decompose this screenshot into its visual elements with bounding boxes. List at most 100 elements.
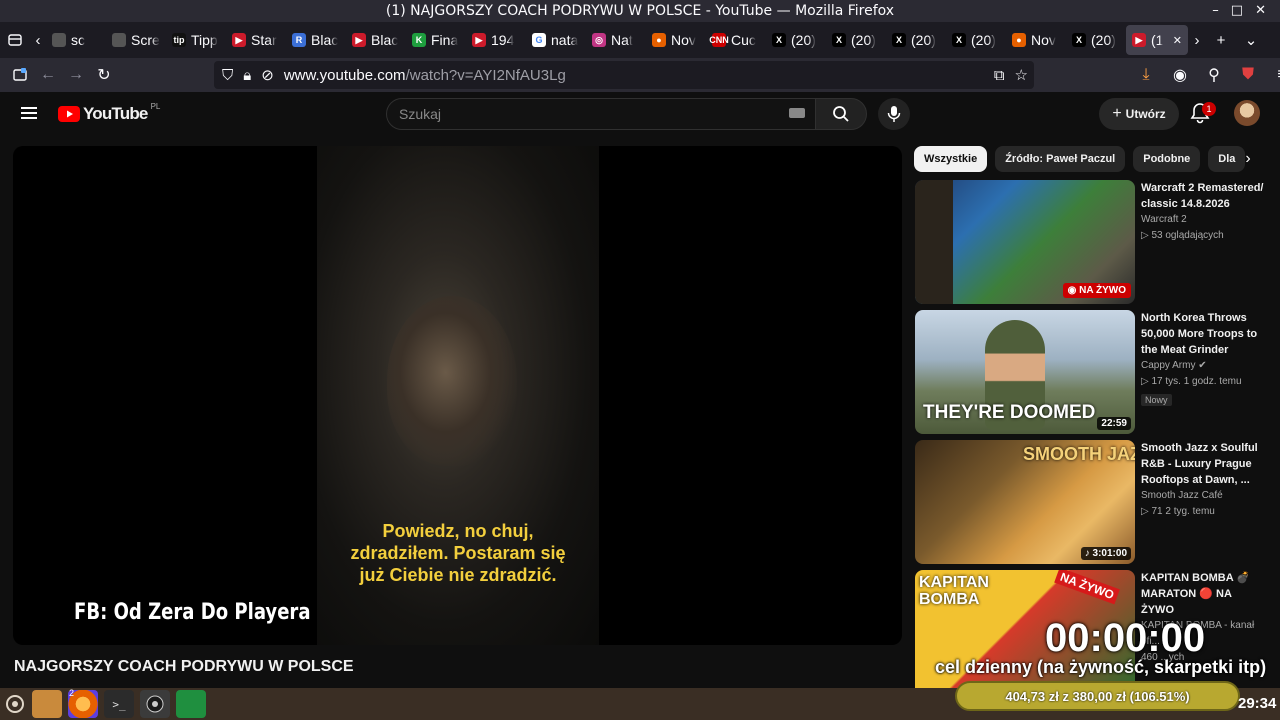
menu-icon[interactable]: ≡ <box>1268 61 1280 89</box>
video-player[interactable]: Powiedz, no chuj, zdradziłem. Postaram s… <box>13 146 902 645</box>
tab[interactable]: sc <box>46 25 106 55</box>
tab[interactable]: Gnata <box>526 25 586 55</box>
minimize-button[interactable]: – <box>1212 0 1219 22</box>
spreadsheet-icon[interactable] <box>176 690 206 718</box>
search-icon <box>833 106 849 122</box>
firefox-icon[interactable]: 2 <box>68 688 98 718</box>
close-button[interactable]: ✕ <box>1255 0 1266 22</box>
youtube-logo-text: YouTube <box>83 104 148 123</box>
picture-in-picture-icon[interactable]: ⧉ <box>994 67 1005 84</box>
tab-active[interactable]: ▶ (1 ✕ <box>1126 25 1188 55</box>
chip-source[interactable]: Źródło: Paweł Paczul <box>995 146 1126 172</box>
channel-name[interactable]: Cappy Army ✔ <box>1141 358 1265 374</box>
tab[interactable]: K Fina <box>406 25 466 55</box>
tracking-shield-icon[interactable]: ⛉ <box>222 67 233 84</box>
search-input[interactable]: Szukaj <box>386 98 816 130</box>
video-info: North Korea Throws 50,000 More Troops to… <box>1141 310 1265 408</box>
tab-scroll-right-icon[interactable]: › <box>1188 25 1206 55</box>
avatar[interactable] <box>1234 100 1260 126</box>
tab-scroll-left-icon[interactable]: ‹ <box>30 25 46 55</box>
tab-favicon-icon: X <box>772 33 786 47</box>
navigation-bar: ← → ↻ ⛉ 🔒︎ ⊘ www.youtube.com/watch?v=AYI… <box>0 58 1280 92</box>
chip-all[interactable]: Wszystkie <box>914 146 988 172</box>
tab-label: Nov <box>671 32 696 48</box>
tab[interactable]: ▶ 194 <box>466 25 526 55</box>
bookmark-star-icon[interactable]: ☆ <box>1015 66 1028 84</box>
account-icon[interactable]: ◉ <box>1166 61 1194 89</box>
video-title[interactable]: Smooth Jazz x Soulful R&B - Luxury Pragu… <box>1141 440 1265 488</box>
tab[interactable]: ● Nov <box>1006 25 1066 55</box>
forward-icon[interactable]: → <box>62 61 90 89</box>
thumbnail-live-label: NA ŻYWO <box>1054 570 1121 605</box>
masthead: YouTube PL Szukaj + Utwórz 1 <box>0 92 1280 136</box>
video-thumbnail[interactable]: THEY'RE DOOMED 22:59 <box>915 310 1135 434</box>
new-tab-icon[interactable]: + <box>1206 25 1236 55</box>
extensions-icon[interactable]: ⚲ <box>1200 61 1228 89</box>
tab[interactable]: ▶ Blac <box>346 25 406 55</box>
search-button[interactable] <box>815 98 867 130</box>
tab-close-icon[interactable]: ✕ <box>1173 34 1182 47</box>
tab-favicon-icon: X <box>832 33 846 47</box>
back-icon[interactable]: ← <box>34 61 62 89</box>
tab[interactable]: ● Nov <box>646 25 706 55</box>
reload-icon[interactable]: ↻ <box>90 61 118 89</box>
tab[interactable]: X (20) <box>826 25 886 55</box>
list-item[interactable]: SMOOTH JAZZ ♪ 3:01:00 Smooth Jazz x Soul… <box>915 440 1265 564</box>
create-button[interactable]: + Utwórz <box>1099 98 1179 130</box>
tab[interactable]: CNN Cuc <box>706 25 766 55</box>
tab-label: Tipp <box>191 32 218 48</box>
sidebar-icon[interactable] <box>6 61 34 89</box>
lock-icon[interactable]: 🔒︎ <box>243 67 251 84</box>
tab-favicon-icon: ▶ <box>472 33 486 47</box>
chevron-right-icon[interactable]: › <box>1236 146 1260 172</box>
video-thumbnail[interactable]: SMOOTH JAZZ ♪ 3:01:00 <box>915 440 1135 564</box>
keyboard-icon[interactable] <box>789 108 805 118</box>
app-menu-icon[interactable] <box>4 690 26 718</box>
folder-icon[interactable] <box>32 690 62 718</box>
terminal-icon[interactable]: >_ <box>104 690 134 718</box>
tab-favicon-icon: K <box>412 33 426 47</box>
thumbnail-caption: THEY'RE DOOMED <box>923 402 1096 423</box>
url-text[interactable]: www.youtube.com/watch?v=AYI2NfAU3Lg <box>284 67 566 84</box>
tab-favicon-icon: X <box>1072 33 1086 47</box>
guide-menu-icon[interactable] <box>20 104 40 124</box>
video-title[interactable]: KAPITAN BOMBA 💣 MARATON 🔴 NA ŻYWO <box>1141 570 1265 618</box>
tab[interactable]: X (20) <box>766 25 826 55</box>
tab[interactable]: X (20) <box>946 25 1006 55</box>
firefox-view-icon[interactable] <box>0 25 30 55</box>
video-thumbnail[interactable]: ◉ NA ŻYWO <box>915 180 1135 304</box>
tab[interactable]: X (20) <box>1066 25 1126 55</box>
obs-icon[interactable] <box>140 690 170 718</box>
list-item[interactable]: ◉ NA ŻYWO Warcraft 2 Remastered/ classic… <box>915 180 1265 304</box>
video-subtitles: Powiedz, no chuj, zdradziłem. Postaram s… <box>350 521 566 585</box>
channel-name[interactable]: Warcraft 2 <box>1141 212 1265 228</box>
clock: 29:34 <box>1238 695 1277 712</box>
addon-icon[interactable]: ⛊ <box>1234 61 1262 89</box>
tab-favicon-icon: X <box>952 33 966 47</box>
autoplay-blocked-icon[interactable]: ⊘ <box>261 66 274 84</box>
tab[interactable]: Screen <box>106 25 166 55</box>
video-info: Warcraft 2 Remastered/ classic 14.8.2026… <box>1141 180 1265 244</box>
tab-favicon-icon: ◎ <box>592 33 606 47</box>
video-title[interactable]: Warcraft 2 Remastered/ classic 14.8.2026 <box>1141 180 1265 212</box>
list-all-tabs-icon[interactable]: ⌄ <box>1236 25 1266 55</box>
tab[interactable]: ▶ Star <box>226 25 286 55</box>
youtube-logo[interactable]: YouTube PL <box>58 102 160 124</box>
voice-search-button[interactable] <box>878 98 910 130</box>
tab[interactable]: X (20) <box>886 25 946 55</box>
video-title[interactable]: North Korea Throws 50,000 More Troops to… <box>1141 310 1265 358</box>
chip-similar[interactable]: Podobne <box>1133 146 1201 172</box>
goal-label: cel dzienny (na żywność, skarpetki itp) <box>935 657 1267 677</box>
maximize-button[interactable]: □ <box>1231 0 1243 22</box>
window-count-badge: 2 <box>69 688 75 698</box>
tab[interactable]: ◎ Nat <box>586 25 646 55</box>
channel-name[interactable]: Smooth Jazz Café <box>1141 488 1265 504</box>
list-item[interactable]: THEY'RE DOOMED 22:59 North Korea Throws … <box>915 310 1265 434</box>
tab[interactable]: tip Tipp <box>166 25 226 55</box>
tab[interactable]: R Blac <box>286 25 346 55</box>
url-bar[interactable]: ⛉ 🔒︎ ⊘ www.youtube.com/watch?v=AYI2NfAU3… <box>214 61 1034 89</box>
thumbnail-caption: SMOOTH JAZZ <box>1023 444 1135 464</box>
video-title: NAJGORSZY COACH PODRYWU W POLSCE <box>14 658 354 675</box>
downloads-icon[interactable]: ⤓ <box>1132 61 1160 89</box>
tab-label: Nat <box>611 32 633 48</box>
